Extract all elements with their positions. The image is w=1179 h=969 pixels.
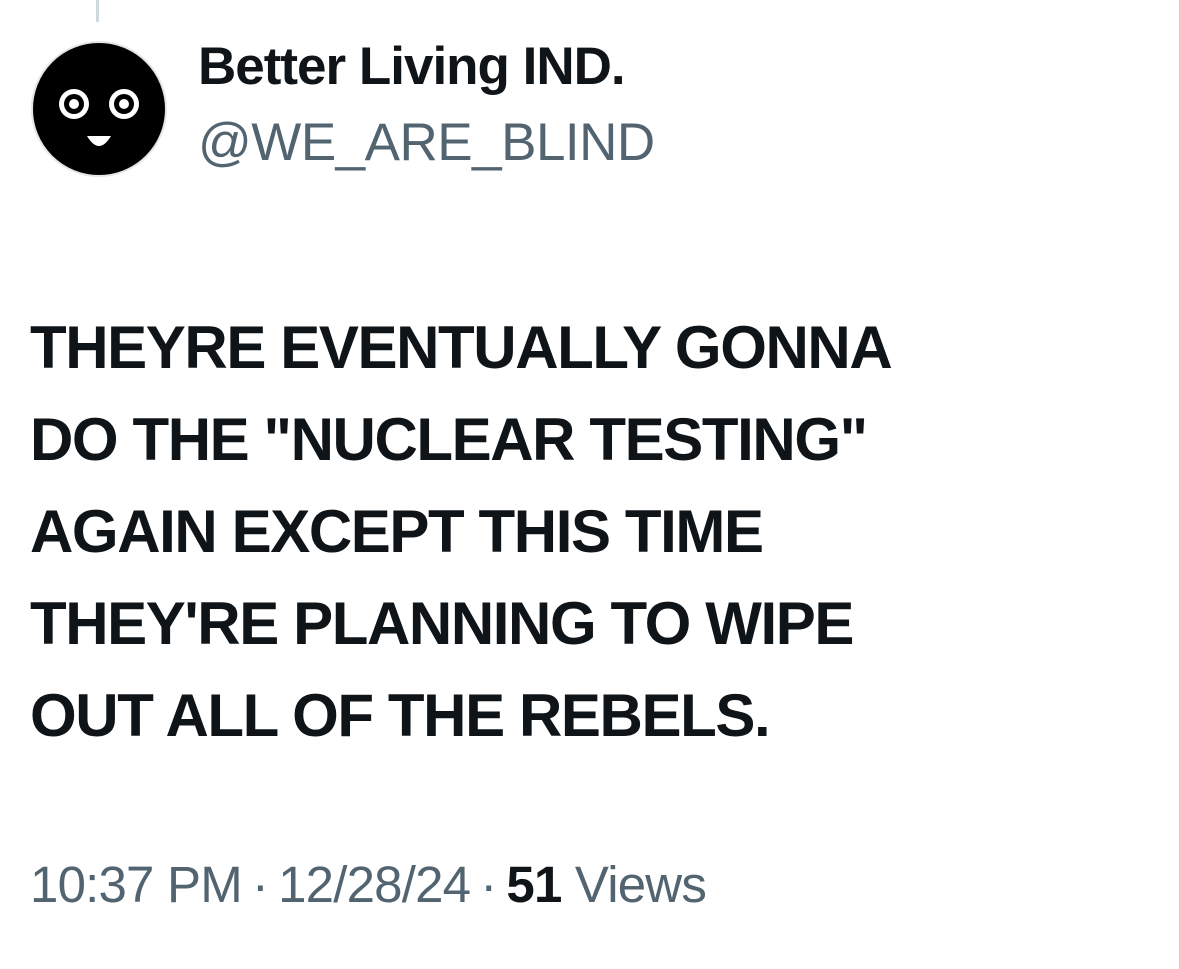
tweet-text-line: AGAIN EXCEPT THIS TIME xyxy=(30,498,764,565)
tweet-text-line: OUT ALL OF THE REBELS. xyxy=(30,682,771,749)
avatar[interactable] xyxy=(30,40,168,178)
tweet-metadata: 10:37 PM · 12/28/24 · 51 Views xyxy=(30,855,707,914)
tweet-text-line: THEYRE EVENTUALLY GONNA xyxy=(30,314,893,381)
author-handle[interactable]: @WE_ARE_BLIND xyxy=(198,112,655,173)
author-display-name[interactable]: Better Living IND. xyxy=(198,36,626,97)
views-count[interactable]: 51 xyxy=(506,856,562,913)
separator-dot: · xyxy=(251,856,269,913)
smiley-face-avatar-icon xyxy=(31,41,167,177)
tweet-text: THEYRE EVENTUALLY GONNA DO THE "NUCLEAR … xyxy=(30,302,1150,762)
separator-dot: · xyxy=(480,856,497,913)
tweet-time[interactable]: 10:37 PM xyxy=(30,856,243,913)
views-label: Views xyxy=(574,856,707,913)
thread-connector-line xyxy=(96,0,99,22)
tweet-text-line: DO THE "NUCLEAR TESTING" xyxy=(30,406,868,473)
tweet-date[interactable]: 12/28/24 xyxy=(278,856,471,913)
tweet-text-line: THEY'RE PLANNING TO WIPE xyxy=(30,590,854,657)
